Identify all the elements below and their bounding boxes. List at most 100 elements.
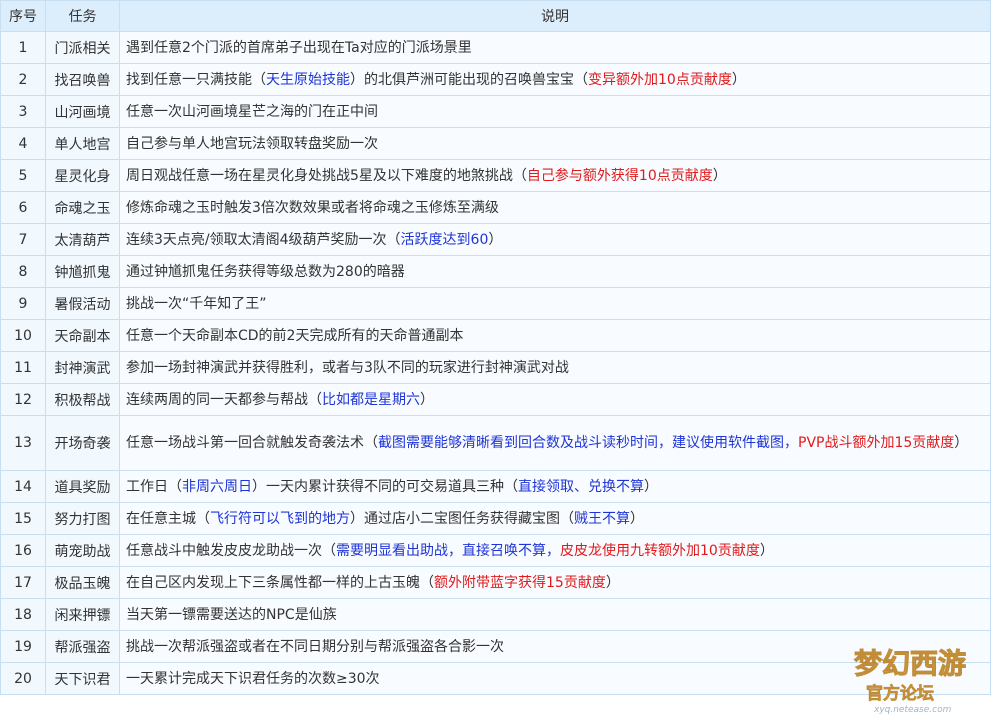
description-text: ） (605, 574, 620, 591)
description-text: 在自己区内发现上下三条属性都一样的上古玉魄（ (126, 574, 434, 591)
row-number: 8 (0, 255, 46, 288)
table-row: 11 封神演武 参加一场封神演武并获得胜利，或者与3队不同的玩家进行封神演武对战 (0, 351, 991, 384)
description-text: 任意一场战斗第一回合就触发奇袭法术（ (126, 435, 378, 451)
row-number: 16 (0, 534, 46, 567)
description-highlight: 需要明显看出助战，直接召唤不算， (336, 542, 560, 559)
table-body: 1 门派相关 遇到任意2个门派的首席弟子出现在Ta对应的门派场景里 2 找召唤兽 找到任意… (0, 31, 991, 695)
table-row: 4 单人地宫 自己参与单人地宫玩法领取转盘奖励一次 (0, 127, 991, 160)
description-text: ） (731, 71, 746, 88)
row-number: 5 (0, 159, 46, 192)
task-description: 挑战一次“千年知了王” (119, 287, 991, 320)
description-text: 在任意主城（ (126, 510, 210, 527)
task-description: 在自己区内发现上下三条属性都一样的上古玉魄（额外附带蓝字获得15贡献度） (119, 566, 991, 599)
task-description: 在任意主城（飞行符可以飞到的地方）通过店小二宝图任务获得藏宝图（贼王不算） (119, 502, 991, 535)
description-text: ） (644, 478, 658, 495)
description-text: 通过钟馗抓鬼任务获得等级总数为280的暗器 (126, 263, 405, 280)
table-row: 8 钟馗抓鬼 通过钟馗抓鬼任务获得等级总数为280的暗器 (0, 255, 991, 288)
row-number: 3 (0, 95, 46, 128)
task-name: 钟馗抓鬼 (45, 255, 120, 288)
task-name: 单人地宫 (45, 127, 120, 160)
row-number: 4 (0, 127, 46, 160)
table-row: 15 努力打图 在任意主城（飞行符可以飞到的地方）通过店小二宝图任务获得藏宝图（贼王… (0, 502, 991, 535)
description-text: 挑战一次帮派强盗或者在不同日期分别与帮派强盗各合影一次 (126, 638, 504, 655)
row-number: 10 (0, 319, 46, 352)
task-name: 暑假活动 (45, 287, 120, 320)
table-row: 14 道具奖励 工作日（非周六周日）一天内累计获得不同的可交易道具三种（直接领取、兑… (0, 470, 991, 503)
description-text: 工作日（ (126, 478, 182, 495)
task-name: 努力打图 (45, 502, 120, 535)
task-description: 一天累计完成天下识君任务的次数≥30次 (119, 662, 991, 695)
table-row: 12 积极帮战 连续两周的同一天都参与帮战（比如都是星期六） (0, 383, 991, 416)
description-highlight: 额外附带蓝字获得15贡献度 (434, 574, 606, 591)
table-row: 9 暑假活动 挑战一次“千年知了王” (0, 287, 991, 320)
task-name: 萌宠助战 (45, 534, 120, 567)
description-text: 自己参与单人地宫玩法领取转盘奖励一次 (126, 135, 378, 152)
task-name: 积极帮战 (45, 383, 120, 416)
description-text: 连续两周的同一天都参与帮战（ (126, 391, 322, 408)
task-description: 当天第一镖需要送达的NPC是仙族 (119, 598, 991, 631)
task-name: 找召唤兽 (45, 63, 120, 96)
description-text: 周日观战任意一场在星灵化身处挑战5星及以下难度的地煞挑战（ (126, 167, 527, 184)
task-description: 任意一个天命副本CD的前2天完成所有的天命普通副本 (119, 319, 991, 352)
task-description: 连续两周的同一天都参与帮战（比如都是星期六） (119, 383, 991, 416)
table-row: 3 山河画境 任意一次山河画境星芒之海的门在正中间 (0, 95, 991, 128)
row-number: 20 (0, 662, 46, 695)
task-name: 道具奖励 (45, 470, 120, 503)
task-description: 周日观战任意一场在星灵化身处挑战5星及以下难度的地煞挑战（自己参与额外获得10点… (119, 159, 991, 192)
row-number: 19 (0, 630, 46, 663)
row-number: 2 (0, 63, 46, 96)
description-text: 当天第一镖需要送达的NPC是仙族 (126, 606, 337, 623)
row-number: 15 (0, 502, 46, 535)
row-number: 6 (0, 191, 46, 224)
row-number: 13 (0, 415, 46, 471)
column-header-task: 任务 (45, 0, 120, 32)
column-header-num: 序号 (0, 0, 46, 32)
task-table: 序号 任务 说明 1 门派相关 遇到任意2个门派的首席弟子出现在Ta对应的门派场景里… (0, 0, 991, 695)
description-highlight: 飞行符可以飞到的地方 (210, 510, 350, 527)
task-name: 山河画境 (45, 95, 120, 128)
description-text: 连续3天点亮/领取太清阁4级葫芦奖励一次（ (126, 231, 401, 248)
table-row: 7 太清葫芦 连续3天点亮/领取太清阁4级葫芦奖励一次（活跃度达到60） (0, 223, 991, 256)
description-text: ） (630, 510, 644, 527)
table-row: 5 星灵化身 周日观战任意一场在星灵化身处挑战5星及以下难度的地煞挑战（自己参与额外… (0, 159, 991, 192)
description-text: 修炼命魂之玉时触发3倍次数效果或者将命魂之玉修炼至满级 (126, 199, 499, 216)
table-row: 6 命魂之玉 修炼命魂之玉时触发3倍次数效果或者将命魂之玉修炼至满级 (0, 191, 991, 224)
description-text: 找到任意一只满技能（ (126, 71, 266, 88)
task-name: 门派相关 (45, 31, 120, 64)
task-description: 任意战斗中触发皮皮龙助战一次（需要明显看出助战，直接召唤不算，皮皮龙使用九转额外… (119, 534, 991, 567)
description-text: 一天累计完成天下识君任务的次数≥30次 (126, 670, 380, 687)
row-number: 12 (0, 383, 46, 416)
task-name: 帮派强盗 (45, 630, 120, 663)
description-highlight: 非周六周日 (182, 478, 252, 495)
task-description: 自己参与单人地宫玩法领取转盘奖励一次 (119, 127, 991, 160)
table-row: 17 极品玉魄 在自己区内发现上下三条属性都一样的上古玉魄（额外附带蓝字获得15贡献… (0, 566, 991, 599)
description-text: ） (954, 435, 969, 451)
task-description: 修炼命魂之玉时触发3倍次数效果或者将命魂之玉修炼至满级 (119, 191, 991, 224)
description-text: ） (420, 391, 434, 408)
description-text: 参加一场封神演武并获得胜利，或者与3队不同的玩家进行封神演武对战 (126, 359, 569, 376)
task-description: 参加一场封神演武并获得胜利，或者与3队不同的玩家进行封神演武对战 (119, 351, 991, 384)
task-name: 命魂之玉 (45, 191, 120, 224)
description-highlight: 皮皮龙使用九转额外加10贡献度 (560, 542, 760, 559)
description-text: 挑战一次“千年知了王” (126, 295, 267, 312)
row-number: 1 (0, 31, 46, 64)
task-name: 闲来押镖 (45, 598, 120, 631)
task-description: 任意一次山河画境星芒之海的门在正中间 (119, 95, 991, 128)
task-name: 开场奇袭 (45, 415, 120, 471)
description-highlight: PVP战斗额外加15贡献度 (798, 435, 955, 451)
table-row: 10 天命副本 任意一个天命副本CD的前2天完成所有的天命普通副本 (0, 319, 991, 352)
description-text: 任意一个天命副本CD的前2天完成所有的天命普通副本 (126, 327, 464, 344)
task-name: 极品玉魄 (45, 566, 120, 599)
table-row: 1 门派相关 遇到任意2个门派的首席弟子出现在Ta对应的门派场景里 (0, 31, 991, 64)
description-highlight: 活跃度达到60 (400, 231, 489, 248)
task-name: 天下识君 (45, 662, 120, 695)
task-description: 任意一场战斗第一回合就触发奇袭法术（截图需要能够清晰看到回合数及战斗读秒时间，建… (119, 415, 991, 471)
description-highlight: 自己参与额外获得10点贡献度 (526, 167, 713, 184)
task-name: 天命副本 (45, 319, 120, 352)
table-row: 13 开场奇袭 任意一场战斗第一回合就触发奇袭法术（截图需要能够清晰看到回合数及战斗… (0, 415, 991, 471)
table-row: 2 找召唤兽 找到任意一只满技能（天生原始技能）的北俱芦洲可能出现的召唤兽宝宝（变异… (0, 63, 991, 96)
description-text: 任意战斗中触发皮皮龙助战一次（ (126, 542, 336, 559)
row-number: 17 (0, 566, 46, 599)
description-highlight: 比如都是星期六 (322, 391, 420, 408)
description-highlight: 截图需要能够清晰看到回合数及战斗读秒时间，建议使用软件截图， (378, 435, 798, 451)
